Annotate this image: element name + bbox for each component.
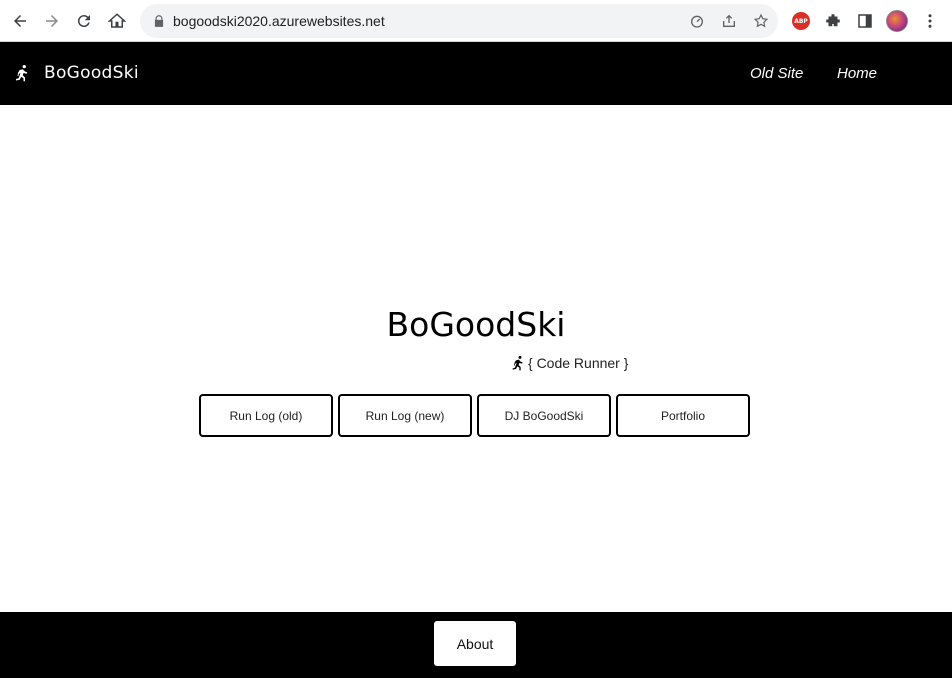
runner-icon [16,64,28,82]
adblock-label: ABP [792,12,810,30]
subtitle-text: { Code Runner } [528,355,629,371]
speed-icon[interactable] [688,12,706,30]
profile-avatar[interactable] [885,9,909,33]
star-icon[interactable] [752,12,770,30]
run-log-new-button[interactable]: Run Log (new) [338,394,472,437]
brand-link[interactable]: BoGoodSki [13,62,139,84]
extensions-icon[interactable] [821,9,845,33]
address-bar[interactable]: bogoodski2020.azurewebsites.net [140,4,778,38]
brand-name: BoGoodSki [44,63,139,83]
reload-icon[interactable] [70,7,98,35]
home-icon[interactable] [103,7,131,35]
about-button[interactable]: About [434,621,516,666]
runner-icon [512,355,523,371]
portfolio-button[interactable]: Portfolio [616,394,750,437]
url-text[interactable]: bogoodski2020.azurewebsites.net [173,12,385,30]
lock-icon[interactable] [152,14,166,28]
sidepanel-icon[interactable] [853,9,877,33]
site-footer: About [0,612,952,678]
link-buttons: Run Log (old) Run Log (new) DJ BoGoodSki… [199,394,750,437]
run-log-old-button[interactable]: Run Log (old) [199,394,333,437]
nav-old-site[interactable]: Old Site [750,64,803,84]
avatar [886,10,908,32]
dj-bogoodski-button[interactable]: DJ BoGoodSki [477,394,611,437]
forward-icon[interactable] [38,7,66,35]
adblock-icon[interactable]: ABP [789,9,813,33]
page-title: BoGoodSki [386,305,566,344]
browser-toolbar: bogoodski2020.azurewebsites.net ABP [0,0,952,42]
menu-icon[interactable] [918,9,942,33]
back-icon[interactable] [6,7,34,35]
site-header: BoGoodSki Old Site Home [0,42,952,105]
nav-home[interactable]: Home [837,64,877,84]
hero-subtitle: { Code Runner } [510,353,628,373]
share-icon[interactable] [720,12,738,30]
